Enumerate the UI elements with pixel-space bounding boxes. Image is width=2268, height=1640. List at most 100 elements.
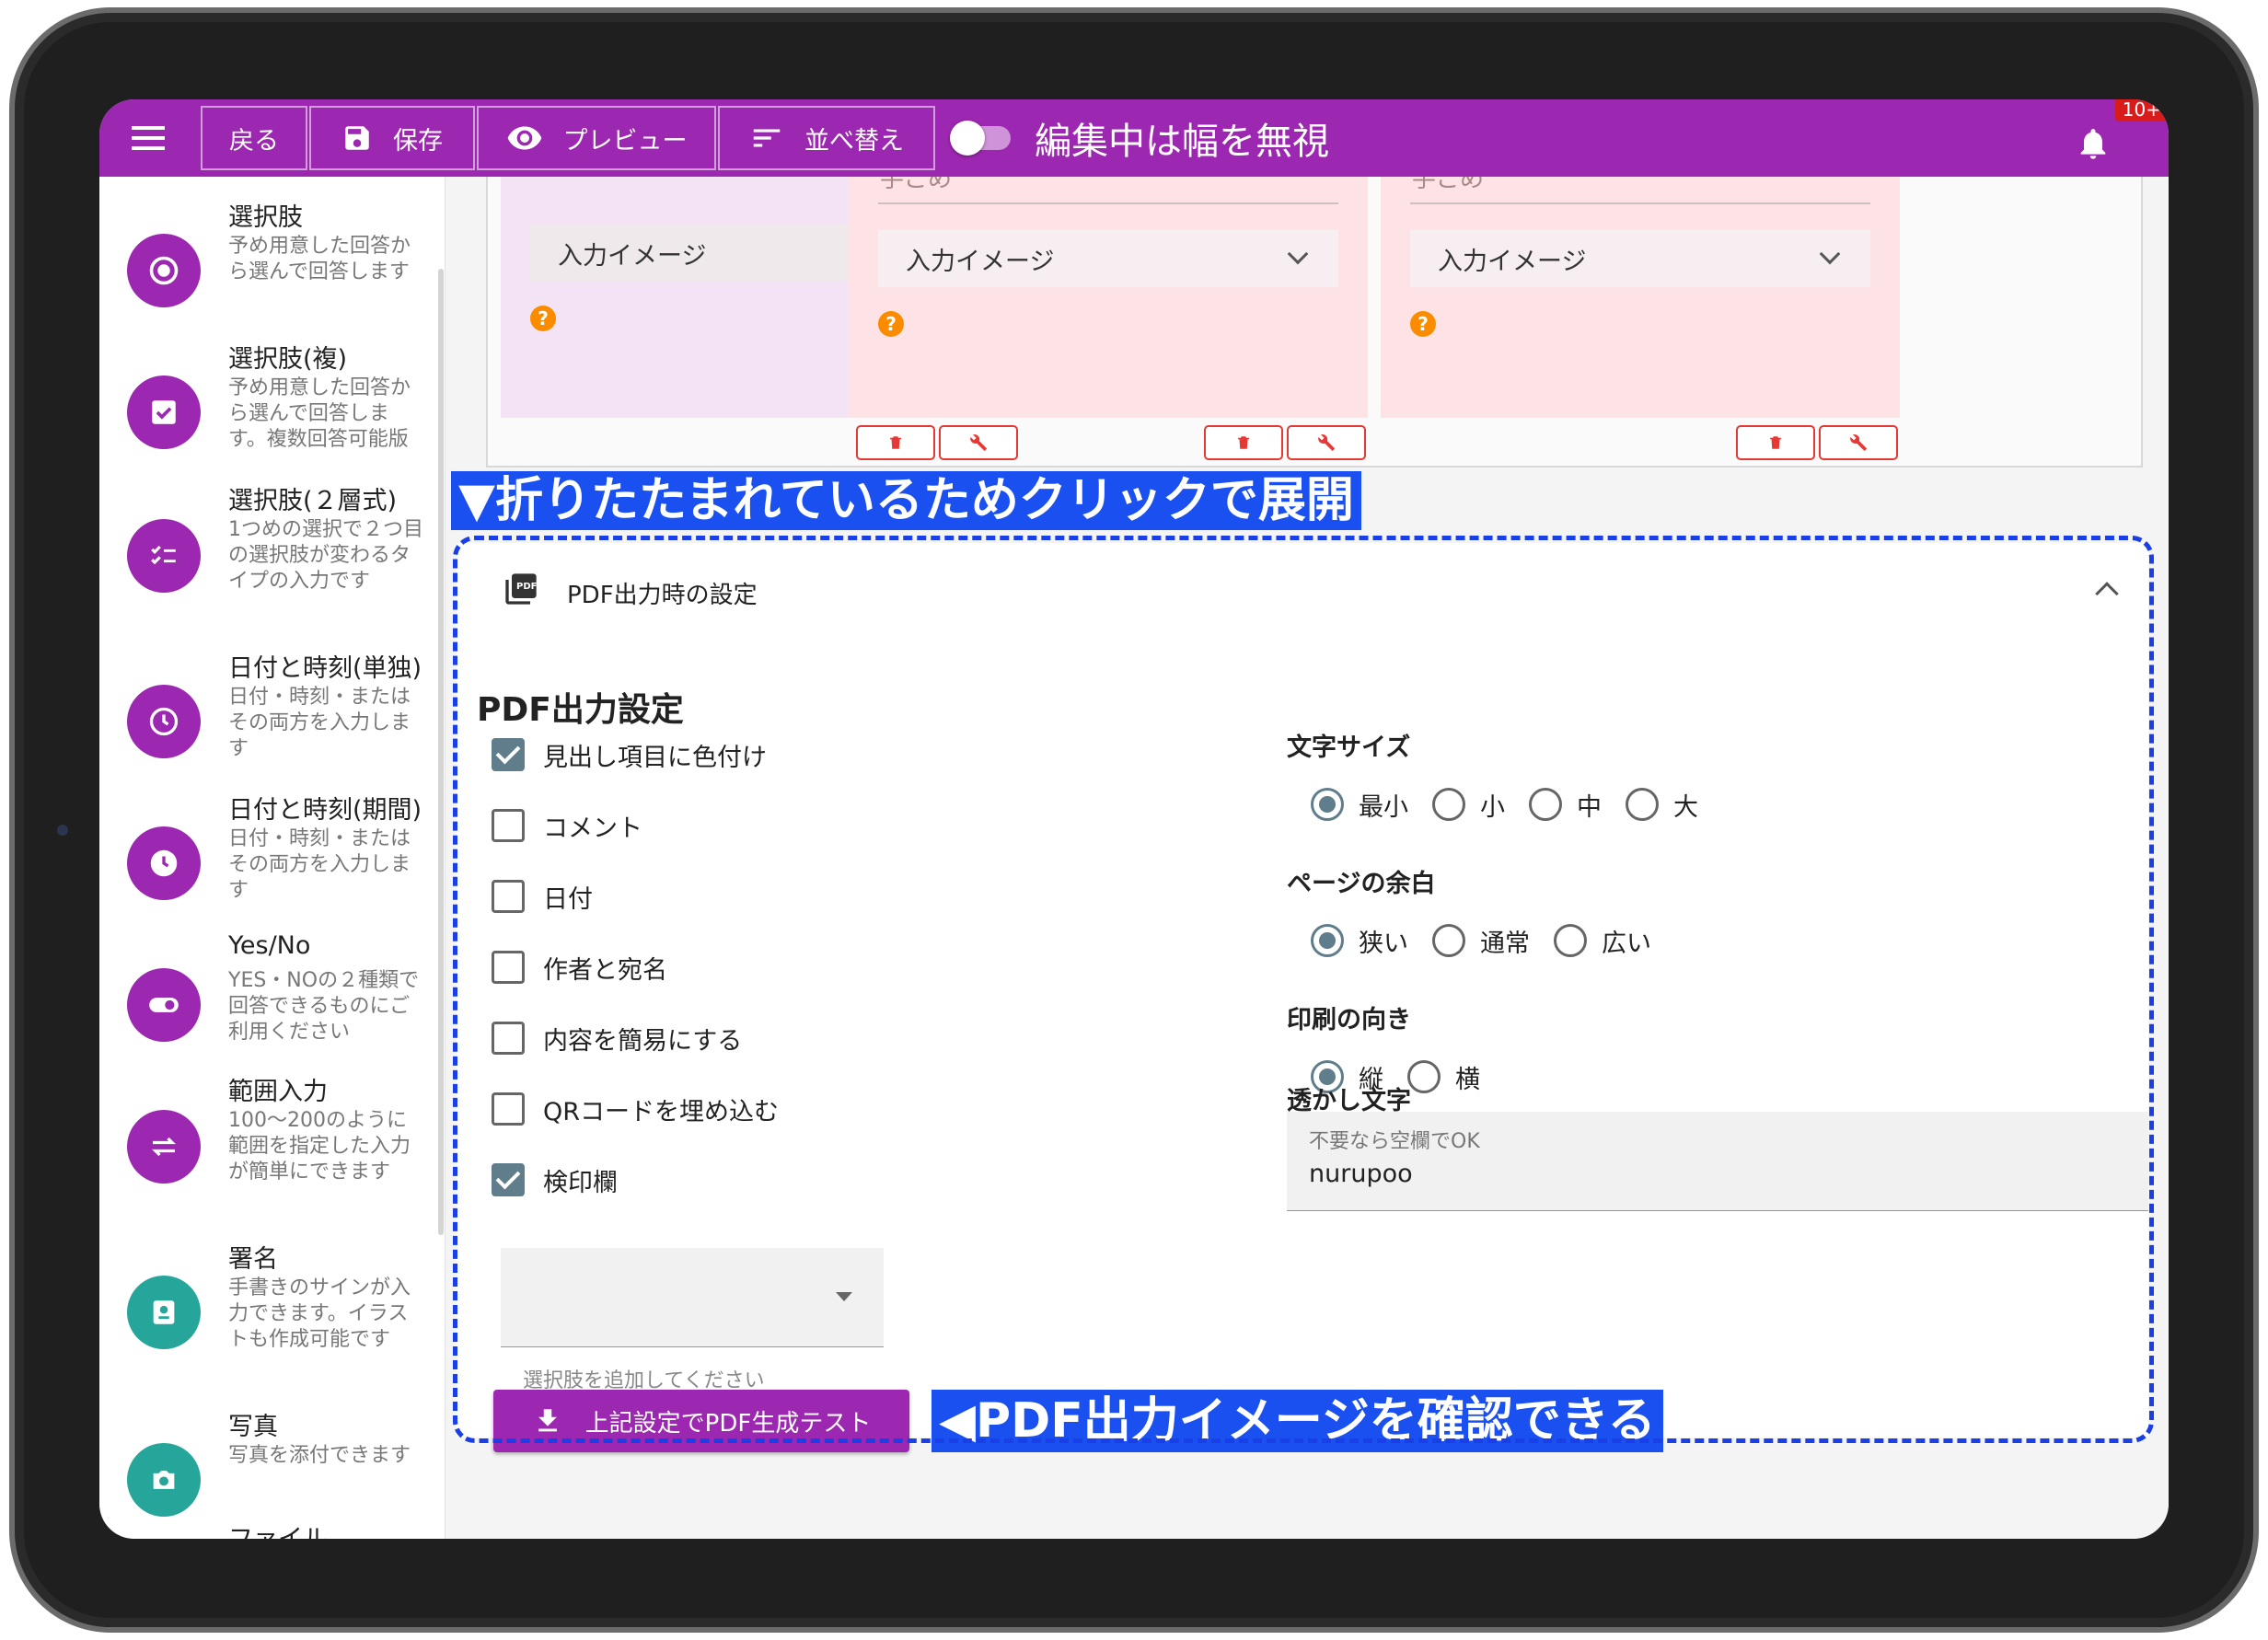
generate-pdf-test-button[interactable]: 上記設定でPDF生成テスト bbox=[493, 1390, 909, 1452]
settings-button[interactable] bbox=[1287, 425, 1366, 460]
radio-label: 横 bbox=[1455, 1065, 1480, 1094]
watermark-input[interactable]: 不要なら空欄でOK nurupoo bbox=[1287, 1112, 2148, 1211]
checkbox[interactable] bbox=[492, 951, 525, 984]
preview-button[interactable]: プレビュー bbox=[477, 106, 716, 170]
help-icon[interactable]: ? bbox=[878, 311, 904, 337]
sidebar-item-desc: YES・NOの２種類で回答できるものにご利用ください bbox=[228, 969, 420, 1044]
sidebar-item-desc: 手書きのサインが入力できます。イラストも作成可能です bbox=[228, 1276, 411, 1351]
save-button[interactable]: 保存 bbox=[309, 106, 475, 170]
sidebar-item-desc: 100〜200のように範囲を指定した入力が簡単にできます bbox=[228, 1109, 411, 1184]
checkbox-author[interactable]: 作者と宛名 bbox=[492, 949, 667, 986]
input-image-dropdown[interactable]: 入力イメージ bbox=[1410, 230, 1870, 287]
checkbox[interactable] bbox=[492, 880, 525, 913]
pdf-icon: PDF bbox=[505, 573, 537, 605]
field-underline bbox=[1410, 202, 1870, 204]
radio-icon bbox=[127, 234, 201, 307]
checkbox[interactable] bbox=[492, 738, 525, 771]
radio-large[interactable] bbox=[1626, 788, 1659, 821]
pdf-settings-header[interactable]: PDF PDF出力時の設定 bbox=[457, 543, 2148, 639]
checklist-icon bbox=[127, 519, 201, 593]
sidebar-item-title: 日付と時刻(期間) bbox=[228, 796, 422, 825]
radio-small[interactable] bbox=[1432, 788, 1465, 821]
sidebar-item-desc: 予め用意した回答から選んで回答します bbox=[228, 235, 411, 283]
chevron-up-icon[interactable] bbox=[2095, 582, 2119, 606]
toggle-icon bbox=[127, 968, 201, 1042]
wrench-icon bbox=[970, 434, 988, 451]
field-cards-row: 入力イメージ ? 手ごめ 入力イメージ ? 手ごめ 入力イメージ ? bbox=[486, 177, 2143, 468]
input-image-dropdown[interactable]: 入力イメージ bbox=[878, 230, 1338, 287]
checkbox-label: 見出し項目に色付け bbox=[543, 743, 767, 772]
download-icon bbox=[538, 1409, 557, 1432]
annotation-preview-note: ◀PDF出力イメージを確認できる bbox=[932, 1390, 1663, 1452]
trash-icon bbox=[890, 436, 901, 449]
sidebar-item-title: 選択肢 bbox=[228, 203, 303, 232]
radio-label: 中 bbox=[1577, 792, 1602, 822]
radio-medium[interactable] bbox=[1529, 788, 1562, 821]
radio-normal[interactable] bbox=[1432, 924, 1465, 957]
checkbox-simplify[interactable]: 内容を簡易にする bbox=[492, 1020, 742, 1057]
radio-smallest[interactable] bbox=[1311, 788, 1344, 821]
radio-label: 最小 bbox=[1359, 792, 1408, 822]
save-button-label: 保存 bbox=[393, 126, 443, 156]
sidebar-item-title: 選択肢(２層式) bbox=[228, 487, 398, 515]
watermark-placeholder: 不要なら空欄でOK bbox=[1309, 1130, 1480, 1153]
clock-filled-icon bbox=[127, 826, 201, 900]
radio-label: 大 bbox=[1673, 792, 1698, 822]
radio-label: 小 bbox=[1480, 792, 1505, 822]
checkbox-date[interactable]: 日付 bbox=[492, 878, 593, 915]
sidebar-item-desc: 日付・時刻・またはその両方を入力します bbox=[228, 686, 411, 760]
front-camera bbox=[57, 825, 68, 836]
help-icon[interactable]: ? bbox=[530, 306, 556, 331]
sidebar-item-desc: 予め用意した回答から選んで回答します。複数回答可能版 bbox=[228, 376, 411, 451]
checkbox-label: QRコードを埋め込む bbox=[543, 1097, 780, 1126]
field-card[interactable]: 手ごめ 入力イメージ ? bbox=[836, 177, 1368, 460]
radio-label: 狭い bbox=[1359, 929, 1408, 958]
back-button[interactable]: 戻る bbox=[201, 106, 307, 170]
save-icon bbox=[345, 126, 369, 150]
radio-narrow[interactable] bbox=[1311, 924, 1344, 957]
delete-button[interactable] bbox=[856, 425, 935, 460]
wrench-icon bbox=[1850, 434, 1868, 451]
dropdown-arrow-icon bbox=[836, 1292, 852, 1301]
panel-header-title: PDF出力時の設定 bbox=[567, 582, 758, 609]
sort-icon bbox=[753, 129, 781, 147]
checkbox[interactable] bbox=[492, 1022, 525, 1055]
sort-button[interactable]: 並べ替え bbox=[718, 106, 935, 170]
sidebar-item-title: Yes/No bbox=[228, 931, 311, 960]
checkbox-label: 検印欄 bbox=[543, 1168, 618, 1197]
sidebar-item-title: 日付と時刻(単独) bbox=[228, 654, 422, 683]
delete-button[interactable] bbox=[1204, 425, 1283, 460]
checkbox[interactable] bbox=[492, 809, 525, 842]
checkbox-label: コメント bbox=[543, 814, 642, 843]
settings-button[interactable] bbox=[1819, 425, 1898, 460]
font-size-radio-group: 最小 小 中 大 bbox=[1311, 786, 1722, 823]
checkbox-heading-color[interactable]: 見出し項目に色付け bbox=[492, 736, 767, 773]
form-editor-main: 入力イメージ ? 手ごめ 入力イメージ ? 手ごめ 入力イメージ ? ▼折りたた… bbox=[446, 177, 2169, 1539]
radio-label: 通常 bbox=[1480, 929, 1530, 958]
notification-button[interactable] bbox=[2080, 118, 2128, 159]
notification-badge: 10+ bbox=[2114, 99, 2169, 121]
field-card[interactable]: 手ごめ 入力イメージ ? bbox=[1368, 177, 1900, 460]
ignore-width-toggle[interactable] bbox=[950, 121, 1011, 156]
hamburger-menu-icon[interactable] bbox=[99, 99, 197, 177]
app-screen: 戻る 保存 プレビュー 並べ替え 編集中は幅を無視 10+ 選択肢 予め用意した bbox=[99, 99, 2169, 1539]
settings-button[interactable] bbox=[939, 425, 1018, 460]
sidebar-item-desc: 1つめの選択で２つ目の選択肢が変わるタイプの入力です bbox=[228, 518, 423, 593]
field-label-cutoff: 手ごめ bbox=[880, 177, 953, 193]
checkbox[interactable] bbox=[492, 1163, 525, 1196]
checkbox-qr-code[interactable]: QRコードを埋め込む bbox=[492, 1091, 779, 1127]
delete-button[interactable] bbox=[1736, 425, 1815, 460]
sidebar-item-desc: 日付・時刻・またはその両方を入力します bbox=[228, 827, 411, 902]
help-icon[interactable]: ? bbox=[1410, 311, 1436, 337]
sidebar-scrollbar[interactable] bbox=[438, 269, 444, 1235]
checkbox-label: 日付 bbox=[543, 884, 593, 914]
camera-icon bbox=[127, 1443, 201, 1517]
radio-wide[interactable] bbox=[1554, 924, 1587, 957]
checkbox[interactable] bbox=[492, 1092, 525, 1126]
field-type-sidebar: 選択肢 予め用意した回答から選んで回答します 選択肢(複) 予め用意した回答から… bbox=[99, 177, 446, 1539]
checkbox-approval-stamp[interactable]: 検印欄 bbox=[492, 1161, 618, 1198]
trash-icon bbox=[1770, 436, 1781, 449]
checkbox-comment[interactable]: コメント bbox=[492, 807, 642, 844]
stamp-select[interactable] bbox=[501, 1248, 884, 1347]
radio-landscape[interactable] bbox=[1407, 1060, 1441, 1093]
